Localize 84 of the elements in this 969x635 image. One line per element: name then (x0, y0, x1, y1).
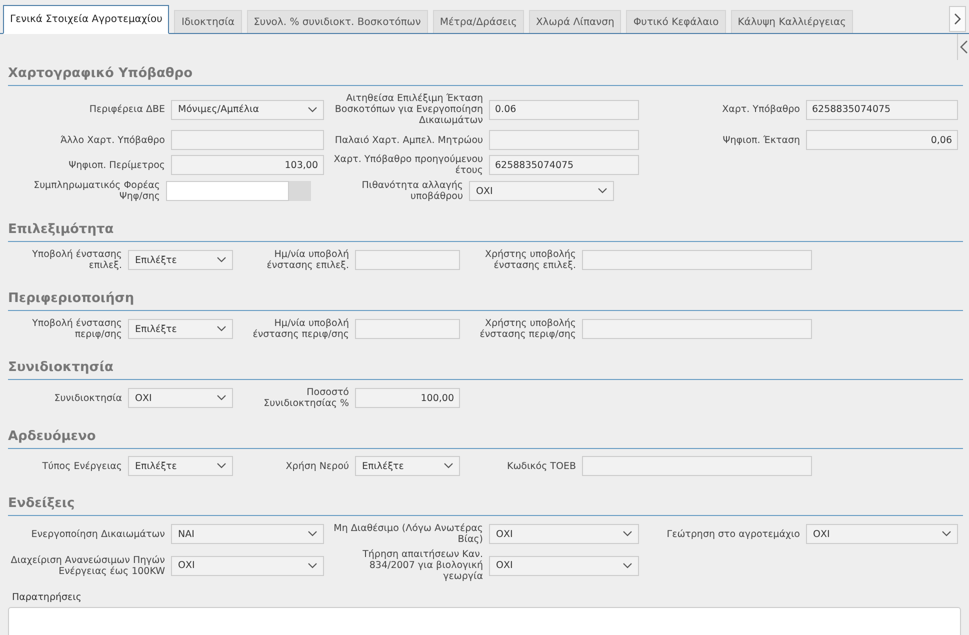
remarks-textarea[interactable] (8, 607, 961, 635)
section-heading: Επιλεξιμότητα (8, 216, 963, 242)
chevron-down-icon (623, 562, 632, 568)
field-label: Ημ/νία υποβολή ένστασης επιλεξ. (266, 249, 349, 271)
dropdown[interactable]: ΟΧΙ (171, 556, 324, 576)
field-label: Συνιδιοκτησία (53, 392, 122, 404)
dropdown[interactable]: ΟΧΙ (806, 524, 958, 544)
tab[interactable]: Φυτικό Κεφάλαιο (626, 10, 726, 33)
text-field[interactable] (166, 181, 289, 201)
text-field[interactable]: 0.06 (489, 100, 639, 120)
section-heading: Χαρτογραφικό Υπόβαθρο (8, 60, 963, 86)
text-field[interactable] (582, 456, 812, 476)
dropdown[interactable]: ΟΧΙ (489, 524, 639, 544)
scroll-right-button[interactable] (949, 6, 966, 32)
dropdown[interactable]: Επιλέξτε (128, 250, 233, 270)
tab[interactable]: Ιδιοκτησία (174, 10, 242, 33)
tab[interactable]: Μέτρα/Δράσεις (432, 10, 524, 33)
dropdown[interactable]: ΟΧΙ (489, 556, 639, 576)
number-field[interactable]: 103,00 (171, 155, 324, 175)
field-label: Χαρτ. Υπόβαθρο (721, 104, 800, 115)
number-field[interactable]: 100,00 (355, 388, 460, 408)
collapse-button[interactable] (957, 34, 969, 60)
dropdown[interactable]: Επιλέξτε (128, 319, 233, 339)
dropdown[interactable]: Επιλέξτε (355, 456, 460, 476)
field-label: Παλαιό Χαρτ. Αμπελ. Μητρώου (334, 134, 483, 146)
text-field[interactable] (582, 319, 812, 339)
dropdown[interactable]: Επιλέξτε (128, 456, 233, 476)
field-label: Κωδικός ΤΟΕΒ (506, 460, 576, 472)
field-addon (289, 181, 311, 201)
section-heading: Περιφεριοποιήση (8, 285, 963, 311)
chevron-right-icon (954, 13, 962, 25)
field-label: Υποβολή ένστασης επιλεξ. (31, 249, 122, 271)
tab[interactable]: Κάλυψη Καλλιέργειας (730, 10, 853, 33)
field-label: Ποσοστό Συνιδιοκτησίας % (262, 387, 349, 409)
field-label: Χρήση Νερού (284, 460, 349, 472)
chevron-left-icon (960, 40, 968, 54)
field-label: Υποβολή ένστασης περιφ/σης (31, 318, 122, 340)
field-label: Τύπος Ενέργειας (41, 460, 122, 472)
tab[interactable]: Συνολ. % συνιδιοκτ. Βοσκοτόπων (246, 10, 428, 33)
field-label: Διαχείριση Ανανεώσιμων Πηγών Ενέργειας έως 100KW (10, 554, 165, 576)
chevron-down-icon (308, 562, 317, 568)
chevron-down-icon (444, 463, 453, 469)
field-label: Άλλο Χαρτ. Υπόβαθρο (59, 134, 165, 146)
section-heading: Ενδείξεις (8, 490, 963, 516)
field-label: Γεώτρηση στο αγροτεμάχιο (666, 528, 800, 540)
chevron-down-icon (308, 106, 317, 112)
tab[interactable]: Χλωρά Λίπανση (528, 10, 622, 33)
chevron-down-icon (217, 326, 226, 332)
dropdown[interactable]: ΟΧΙ (128, 388, 233, 408)
dropdown[interactable]: ΝΑΙ (171, 524, 324, 544)
dropdown[interactable]: Μόνιμες/Αμπέλια (171, 100, 324, 120)
tab[interactable]: Γενικά Στοιχεία Αγροτεμαχίου (3, 5, 170, 34)
section-heading: Αρδευόμενο (8, 423, 963, 449)
chevron-down-icon (308, 531, 317, 537)
field-label: Χαρτ. Υπόβαθρο προηγούμενου έτους (332, 154, 483, 176)
field-label: Περιφέρεια ΔΒΕ (88, 104, 165, 115)
text-field[interactable] (355, 250, 460, 270)
dropdown[interactable]: ΟΧΙ (469, 181, 614, 201)
number-field[interactable]: 0,06 (806, 130, 958, 150)
chevron-down-icon (217, 257, 226, 263)
field-label: Χρήστης υποβολής ένστασης επιλεξ. (484, 249, 576, 271)
field-label: Ημ/νία υποβολή ένστασης περιφ/σης (252, 318, 349, 340)
field-label: Τήρηση απαιτήσεων Καν. 834/2007 για βιολογική γεωργία (362, 549, 483, 582)
text-field[interactable] (355, 319, 460, 339)
field-label: Πιθανότητα αλλαγής υποβάθρου (360, 180, 463, 202)
chevron-down-icon (217, 463, 226, 469)
field-label: Παρατηρήσεις (12, 592, 82, 603)
chevron-down-icon (598, 188, 607, 194)
text-field[interactable] (489, 130, 639, 150)
field-label: Συμπληρωματικός Φορέας Ψηφ/σης (32, 180, 160, 202)
field-label: Ψηφιοπ. Περίμετρος (68, 160, 165, 170)
text-field[interactable]: 6258835074075 (489, 155, 639, 175)
text-field[interactable]: 6258835074075 (806, 100, 958, 120)
field-label: Ψηφιοπ. Έκταση (722, 134, 800, 146)
chevron-down-icon (942, 531, 951, 537)
field-label: Αιτηθείσα Επιλέξιμη Έκταση Βοσκοτόπων για Ενεργοποίηση Δικαιωμάτων (334, 93, 483, 126)
field-label: Ενεργοποίηση Δικαιωμάτων (30, 528, 165, 540)
chevron-down-icon (623, 531, 632, 537)
text-field[interactable] (582, 250, 812, 270)
field-label: Χρήστης υποβολής ένστασης περιφ/σης (478, 318, 576, 340)
text-field[interactable] (171, 130, 324, 150)
section-heading: Συνιδιοκτησία (8, 354, 963, 380)
field-label: Μη Διαθέσιμο (Λόγω Ανωτέρας Βίας) (332, 523, 483, 545)
chevron-down-icon (217, 395, 226, 401)
